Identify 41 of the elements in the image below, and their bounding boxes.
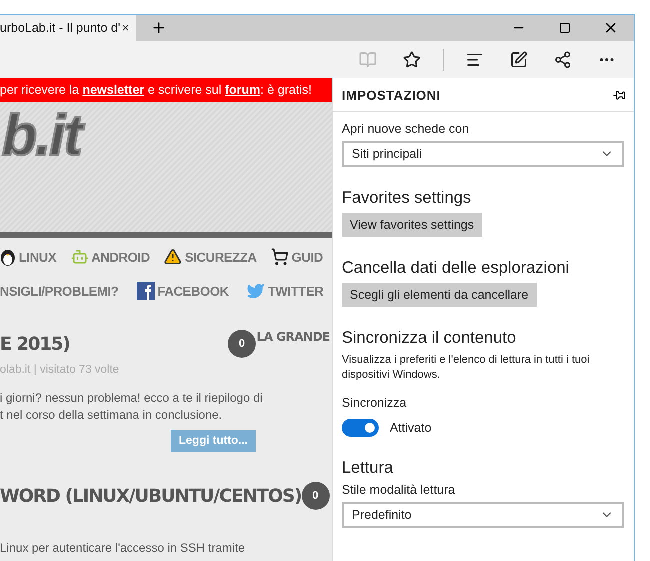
pin-icon[interactable]: [613, 89, 626, 102]
nav-link[interactable]: GUID: [270, 248, 324, 266]
signup-banner: per ricevere la newsletter e scrivere sul forum: è gratis!: [0, 78, 332, 102]
settings-button[interactable]: Scegli gli elementi da cancellare: [342, 283, 537, 307]
bird-icon: [246, 282, 265, 300]
toggle-state: Attivato: [390, 421, 432, 435]
facebook-icon: [136, 282, 155, 300]
read-more-button[interactable]: Leggi tutto...: [171, 430, 256, 452]
post-excerpt: i giorni? nessun problema! ecco a te il riepilogo di t nel corso della settimana in conclusione.: [0, 390, 264, 424]
settings-button[interactable]: View favorites settings: [342, 213, 482, 237]
browser-tab[interactable]: urboLab.it - Il punto d': [0, 15, 136, 41]
maximize-icon[interactable]: [559, 22, 571, 34]
dropdown[interactable]: Siti principali: [342, 141, 624, 167]
warning-icon: [164, 248, 182, 266]
field-label: Stile modalità lettura: [342, 483, 456, 497]
field-label: Sincronizza: [342, 396, 407, 410]
section-heading: Sincronizza il contenuto: [342, 329, 516, 348]
nav-link[interactable]: LINUX: [0, 247, 57, 267]
toggle-switch[interactable]: [342, 419, 379, 437]
comment-count: 0: [228, 330, 256, 358]
post-title[interactable]: E 2015): [0, 334, 70, 354]
section-description: Visualizza i preferiti e l'elenco di lettura in tutti i tuoi dispositivi Windows.: [342, 353, 591, 383]
section-heading: Favorites settings: [342, 189, 472, 208]
panel-title: IMPOSTAZIONI: [342, 88, 441, 103]
nav-link[interactable]: SICUREZZA: [164, 248, 257, 266]
field-label: Apri nuove schede con: [342, 122, 470, 136]
dropdown[interactable]: Predefinito: [342, 502, 624, 528]
nav-link[interactable]: TWITTER: [246, 282, 324, 300]
post-excerpt: Linux per autenticare l'accesso in SSH tramite: [0, 540, 246, 557]
section-heading: Cancella dati delle esplorazioni: [342, 259, 570, 278]
nav-link[interactable]: NSIGLI/PROBLEMI?: [0, 284, 119, 298]
post-title[interactable]: WORD (LINUX/UBUNTU/CENTOS): [0, 486, 302, 506]
nav-link[interactable]: FACEBOOK: [136, 282, 229, 300]
sidebar-heading: LA GRANDE: [256, 330, 330, 344]
comment-count: 0: [302, 482, 330, 510]
post-meta: olab.it | visitato 73 volte: [0, 364, 120, 376]
penguin-icon: [0, 247, 16, 267]
cart-icon: [270, 248, 289, 266]
plus-icon[interactable]: [151, 20, 167, 36]
section-heading: Lettura: [342, 459, 394, 478]
nav-link[interactable]: ANDROID: [70, 248, 150, 266]
